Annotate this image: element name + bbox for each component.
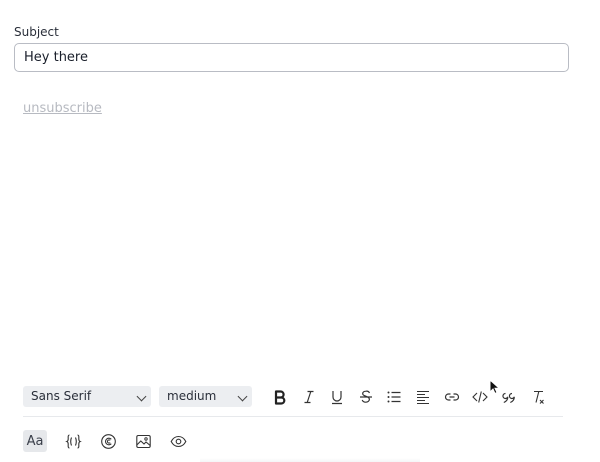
mouse-cursor-icon xyxy=(489,379,501,395)
underline-button[interactable] xyxy=(328,388,346,406)
image-button[interactable] xyxy=(131,430,155,452)
variable-button[interactable] xyxy=(61,430,85,452)
subject-input[interactable] xyxy=(14,43,569,72)
preview-eye-icon xyxy=(170,435,186,447)
chevron-down-icon xyxy=(136,391,147,402)
bullet-list-button[interactable] xyxy=(385,388,403,406)
quote-button[interactable] xyxy=(500,388,518,406)
copyright-icon xyxy=(100,433,116,449)
code-icon xyxy=(472,391,488,403)
preview-button[interactable] xyxy=(166,430,190,452)
unsubscribe-link[interactable]: unsubscribe xyxy=(23,101,102,116)
quote-icon xyxy=(502,392,515,404)
link-icon xyxy=(444,393,460,401)
bold-icon xyxy=(274,390,286,405)
italic-button[interactable] xyxy=(300,388,318,406)
clear-format-icon xyxy=(534,390,544,404)
format-toolbar: Sans Serif medium xyxy=(23,386,563,408)
strikethrough-icon xyxy=(360,390,372,403)
align-left-icon xyxy=(417,390,429,405)
bottom-fade xyxy=(200,458,420,462)
italic-icon xyxy=(304,390,314,404)
email-editor: Subject unsubscribe Sans Serif medium xyxy=(0,0,600,462)
text-style-icon: Aa xyxy=(26,433,44,449)
link-button[interactable] xyxy=(443,388,461,406)
font-size-select[interactable]: medium xyxy=(159,386,252,407)
image-icon xyxy=(135,434,151,448)
toolbar-divider xyxy=(23,416,563,417)
subject-label: Subject xyxy=(14,25,59,39)
font-family-select[interactable]: Sans Serif xyxy=(23,386,151,407)
bold-button[interactable] xyxy=(271,388,289,406)
strikethrough-button[interactable] xyxy=(357,388,375,406)
secondary-toolbar: Aa xyxy=(23,430,223,452)
font-size-value: medium xyxy=(167,389,217,403)
chevron-down-icon xyxy=(237,391,248,402)
code-button[interactable] xyxy=(471,388,489,406)
font-family-value: Sans Serif xyxy=(31,389,92,403)
bullet-list-icon xyxy=(387,391,401,403)
clear-format-button[interactable] xyxy=(529,388,547,406)
variable-braces-icon xyxy=(64,433,82,449)
underline-icon xyxy=(332,391,342,405)
copyright-button[interactable] xyxy=(96,430,120,452)
align-left-button[interactable] xyxy=(414,388,432,406)
text-style-button[interactable]: Aa xyxy=(23,430,47,452)
